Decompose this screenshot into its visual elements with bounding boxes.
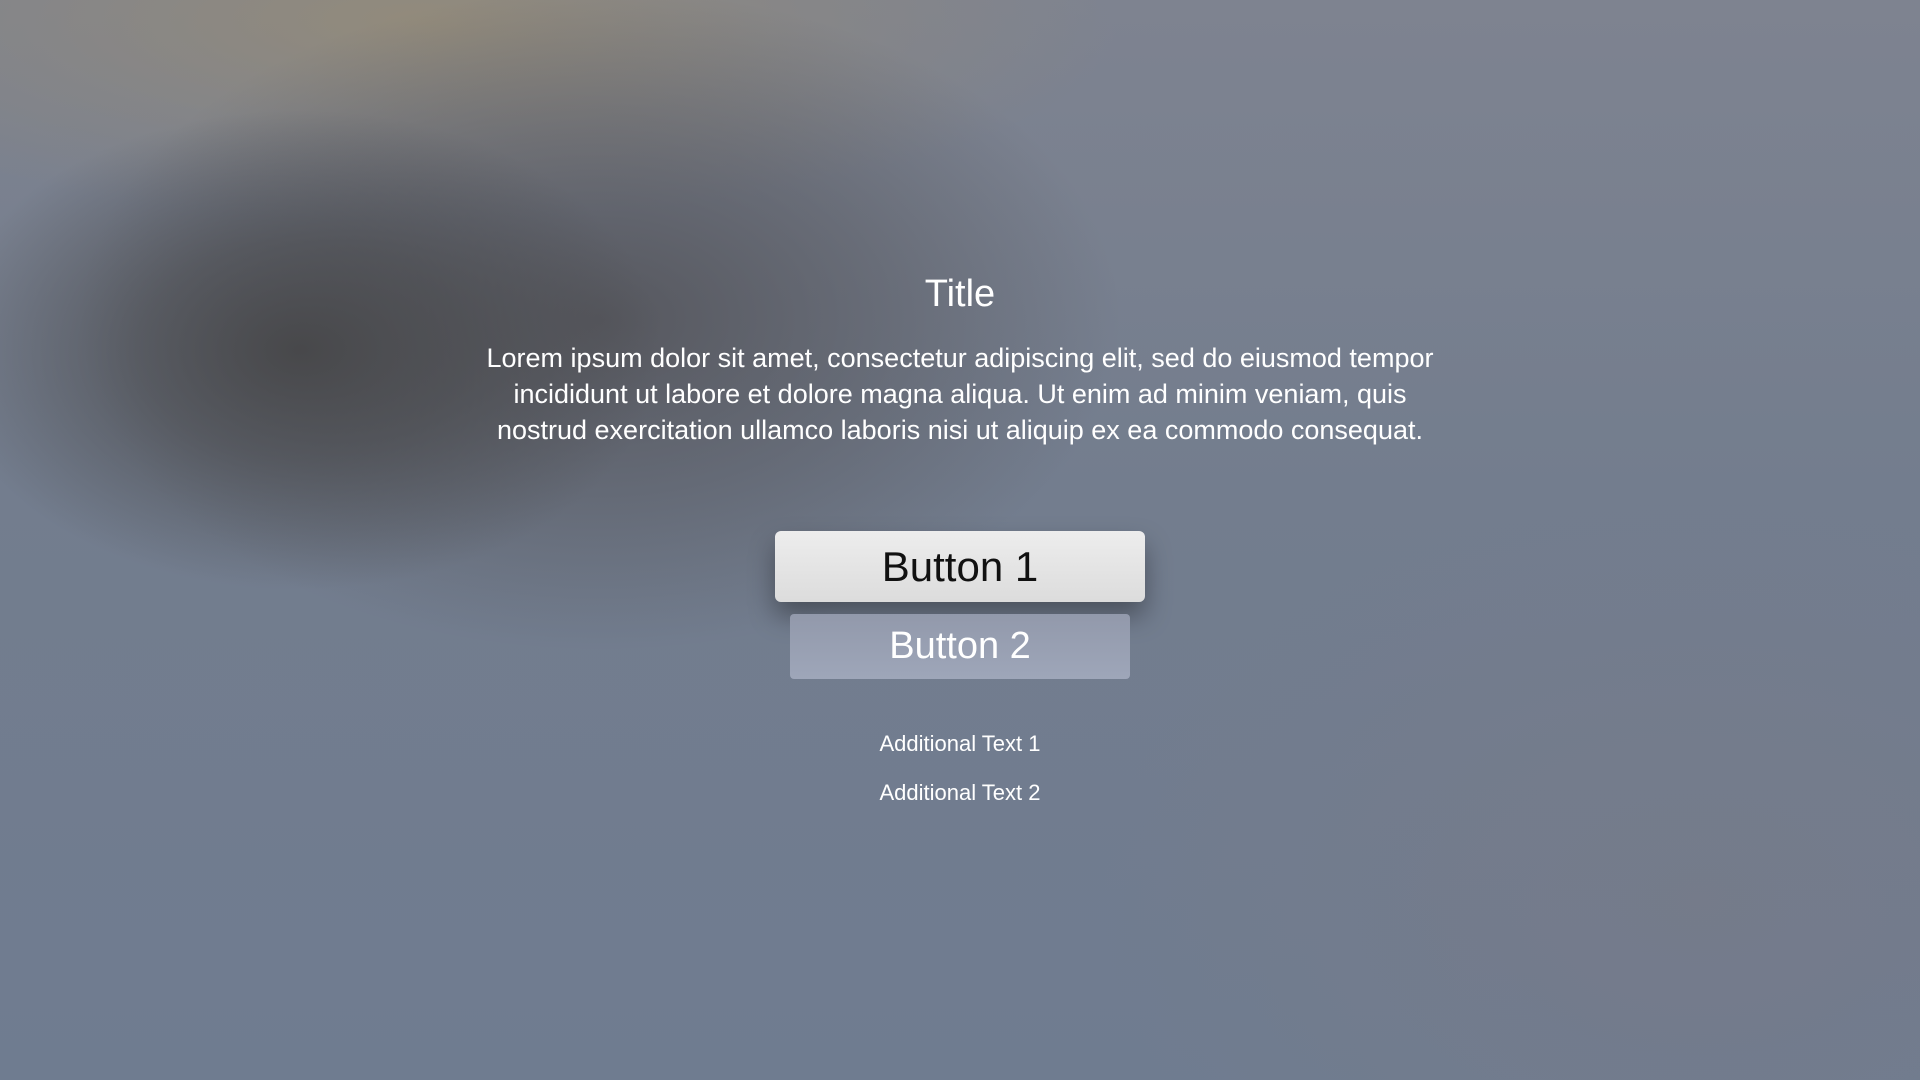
additional-text-2: Additional Text 2: [879, 780, 1041, 805]
button-2[interactable]: Button 2: [790, 614, 1130, 679]
button-1[interactable]: Button 1: [775, 531, 1145, 602]
alert-dialog: Title Lorem ipsum dolor sit amet, consec…: [0, 0, 1920, 1080]
alert-title: Title: [924, 273, 996, 315]
additional-text-1: Additional Text 1: [879, 731, 1041, 756]
alert-message: Lorem ipsum dolor sit amet, consectetur …: [486, 343, 1434, 445]
